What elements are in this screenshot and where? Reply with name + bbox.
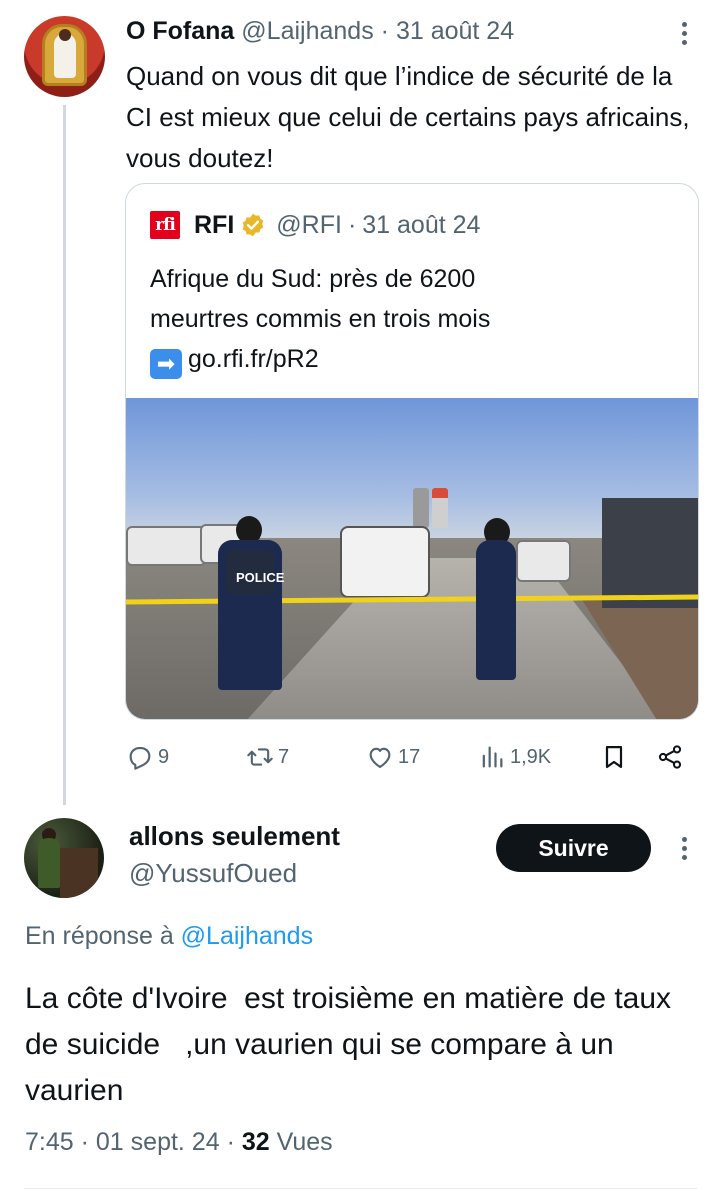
follow-button[interactable]: Suivre: [496, 824, 651, 872]
more-dot: [682, 40, 687, 45]
quoted-link-line: ➡ go.rfi.fr/pR2: [150, 339, 680, 379]
quoted-separator: ·: [347, 211, 357, 239]
avatar-o-fofana[interactable]: [24, 16, 105, 97]
views-action[interactable]: 1,9K: [478, 740, 551, 774]
quoted-tweet-card[interactable]: rfi RFI @RFI · 31 août 24 Afrique du Sud…: [125, 183, 699, 720]
views-count: 1,9K: [510, 745, 552, 768]
reply-separator: ·: [80, 1128, 89, 1156]
like-icon: [369, 747, 391, 768]
parent-tweet-text: Quand on vous dit que l’indice de sécuri…: [126, 61, 690, 173]
reply-views-label: Vues: [276, 1128, 333, 1156]
repost-action[interactable]: 7: [246, 740, 289, 774]
avatar-figure-shape: [38, 838, 60, 888]
parent-display-name[interactable]: O Fofana: [126, 17, 234, 45]
more-dot: [682, 837, 687, 842]
replying-to-line: En réponse à @Laijhands: [25, 918, 313, 954]
parent-tweet-header: O Fofana @Laijhands · 31 août 24: [126, 14, 514, 48]
quoted-tweet-photo[interactable]: POLICE: [126, 398, 698, 719]
photo-officer-left: POLICE: [218, 540, 284, 690]
parent-date[interactable]: 31 août 24: [396, 17, 514, 45]
reply-tweet-text: La côte d'Ivoire est troisième en matièr…: [25, 982, 680, 1107]
divider: [24, 1188, 697, 1189]
rfi-logo-icon[interactable]: rfi: [150, 211, 180, 239]
photo-vest-label: POLICE: [236, 570, 285, 585]
quoted-text-line-2: meurtres commis en trois mois: [150, 305, 491, 333]
photo-vest: POLICE: [226, 550, 284, 594]
quoted-display-name[interactable]: RFI: [194, 208, 234, 242]
more-icon[interactable]: [670, 18, 700, 48]
share-icon: [658, 745, 682, 769]
reply-display-name[interactable]: allons seulement: [129, 818, 340, 854]
bookmark-action[interactable]: [600, 740, 628, 774]
quoted-link[interactable]: go.rfi.fr/pR2: [188, 345, 319, 373]
reply-date[interactable]: 01 sept. 24: [96, 1128, 220, 1156]
share-action[interactable]: [656, 740, 684, 774]
photo-police-van: [340, 526, 430, 598]
reply-separator: ·: [226, 1128, 235, 1156]
photo-shack: [602, 498, 698, 608]
repost-count: 7: [278, 745, 290, 768]
right-arrow-emoji-icon: ➡: [150, 349, 182, 379]
photo-car: [126, 526, 206, 566]
more-dot: [682, 31, 687, 36]
reply-views-count: 32: [241, 1128, 270, 1156]
reply-time[interactable]: 7:45: [25, 1128, 74, 1156]
quoted-handle[interactable]: @RFI: [276, 208, 342, 242]
quoted-date[interactable]: 31 août 24: [362, 208, 480, 242]
quoted-tweet-header: rfi RFI @RFI · 31 août 24: [150, 208, 480, 242]
thread-connector-line: [63, 105, 66, 805]
reply-handle[interactable]: @YussufOued: [129, 855, 297, 891]
verified-gold-icon: [242, 213, 264, 237]
avatar-head-shape: [59, 29, 71, 41]
more-dot: [682, 846, 687, 851]
like-action[interactable]: 17: [366, 740, 420, 774]
parent-tweet-action-bar: 9 7 17 1,9K: [126, 740, 696, 774]
reply-meta: 7:45 · 01 sept. 24 · 32 Vues: [25, 1124, 333, 1160]
more-dot: [682, 855, 687, 860]
photo-car: [516, 540, 571, 582]
quoted-tweet-text: Afrique du Sud: près de 6200 meurtres co…: [150, 259, 680, 379]
repost-icon: [247, 748, 273, 766]
quoted-text-line-1: Afrique du Sud: près de 6200: [150, 265, 476, 293]
parent-separator: ·: [380, 17, 389, 45]
replying-to-prefix: En réponse à: [25, 922, 174, 950]
avatar-podium-shape: [60, 848, 98, 898]
photo-officer-right: [476, 540, 516, 680]
views-icon: [482, 746, 503, 768]
more-dot: [682, 22, 687, 27]
more-icon[interactable]: [670, 833, 700, 863]
replying-to-mention[interactable]: @Laijhands: [181, 922, 313, 950]
like-count: 17: [398, 745, 421, 768]
reply-action[interactable]: 9: [126, 740, 169, 774]
reply-icon: [129, 746, 151, 770]
avatar-allons-seulement[interactable]: [24, 818, 104, 898]
reply-count: 9: [158, 745, 170, 768]
bookmark-icon: [605, 745, 623, 769]
parent-handle[interactable]: @Laijhands: [241, 17, 373, 45]
